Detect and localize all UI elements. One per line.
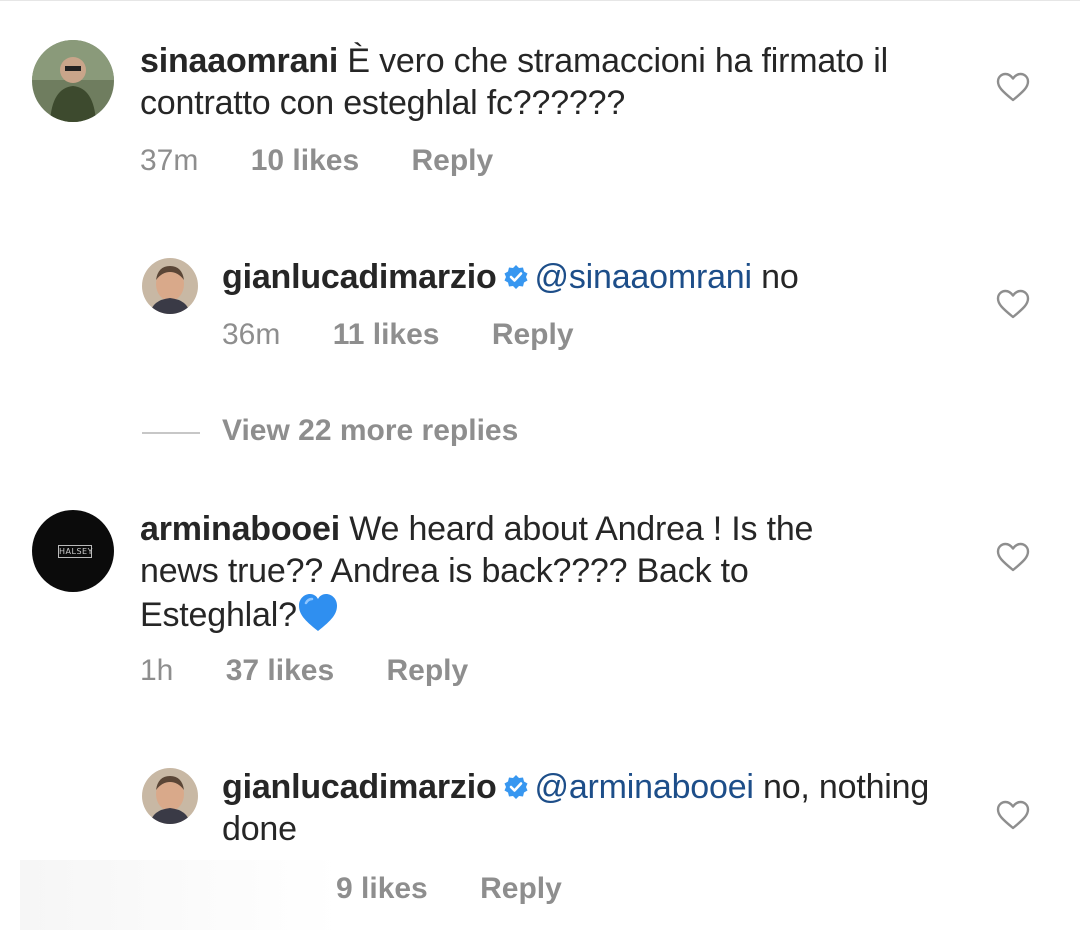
- reply-meta: 9 likes Reply: [336, 872, 606, 906]
- username[interactable]: gianlucadimarzio: [222, 768, 497, 806]
- heart-outline-icon[interactable]: [996, 800, 1030, 830]
- blue-heart-icon: [298, 594, 337, 631]
- verified-badge-icon: [504, 775, 528, 799]
- heart-outline-icon[interactable]: [996, 542, 1030, 572]
- timestamp: 37m: [140, 144, 199, 177]
- comment-body: arminabooei We heard about Andrea ! Is t…: [140, 508, 900, 636]
- timestamp: 36m: [222, 318, 281, 351]
- username[interactable]: gianlucadimarzio: [222, 258, 497, 296]
- mention-link[interactable]: @sinaaomrani: [535, 258, 753, 296]
- username[interactable]: arminabooei: [140, 510, 340, 548]
- verified-badge-icon: [504, 265, 528, 289]
- redacted-area: [20, 860, 340, 930]
- likes-count[interactable]: 37 likes: [226, 654, 334, 687]
- avatar-logo: HALSEY: [58, 545, 93, 558]
- comment-body: sinaaomrani È vero che stramaccioni ha f…: [140, 40, 900, 124]
- divider-line: [142, 432, 200, 434]
- reply-body: gianlucadimarzio @sinaaomrani no: [222, 256, 922, 298]
- reply-button[interactable]: Reply: [492, 318, 574, 351]
- heart-outline-icon[interactable]: [996, 289, 1030, 319]
- mention-link[interactable]: @arminabooei: [535, 768, 754, 806]
- comment-meta: 37m 10 likes Reply: [140, 144, 537, 178]
- reply-body: gianlucadimarzio @arminabooei no, nothin…: [222, 766, 942, 850]
- avatar[interactable]: [32, 40, 114, 122]
- reply-text: no: [751, 258, 799, 296]
- username[interactable]: sinaaomrani: [140, 42, 338, 80]
- avatar[interactable]: [142, 258, 198, 314]
- reply-button[interactable]: Reply: [411, 144, 493, 177]
- likes-count[interactable]: 11 likes: [333, 318, 440, 351]
- likes-count[interactable]: 10 likes: [251, 144, 359, 177]
- comment-meta: 1h 37 likes Reply: [140, 654, 512, 688]
- view-more-label[interactable]: View 22 more replies: [222, 414, 518, 448]
- likes-count[interactable]: 9 likes: [336, 872, 428, 905]
- avatar[interactable]: [142, 768, 198, 824]
- reply-meta: 36m 11 likes Reply: [222, 318, 618, 352]
- reply-button[interactable]: Reply: [387, 654, 469, 687]
- heart-outline-icon[interactable]: [996, 72, 1030, 102]
- timestamp: 1h: [140, 654, 174, 687]
- top-divider: [0, 0, 1080, 1]
- avatar[interactable]: HALSEY: [32, 510, 114, 592]
- reply-button[interactable]: Reply: [480, 872, 562, 905]
